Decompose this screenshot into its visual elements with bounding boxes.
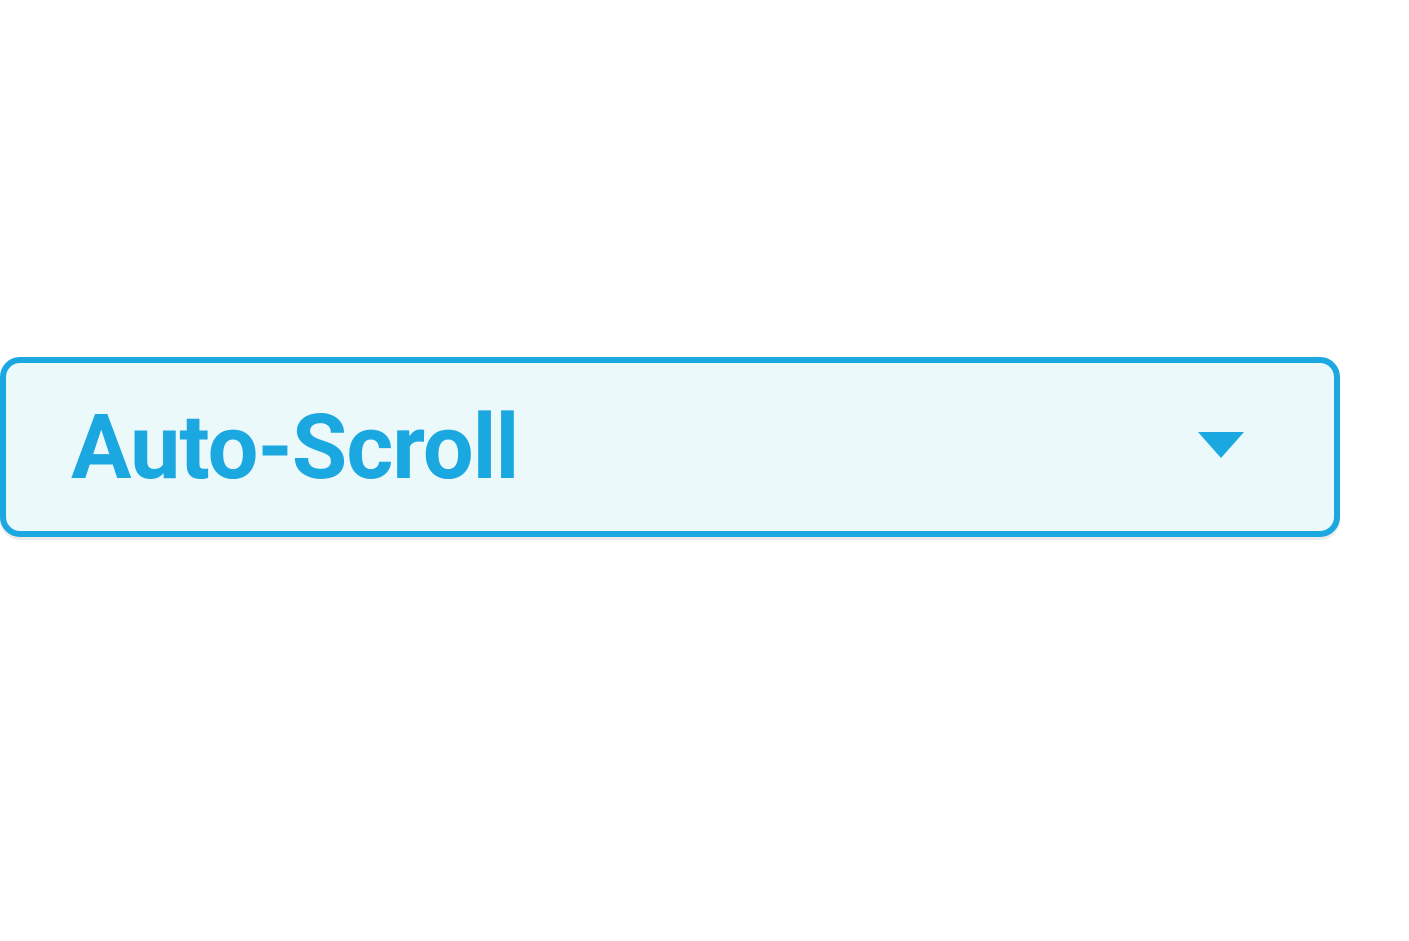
auto-scroll-dropdown[interactable]: Auto-Scroll	[0, 357, 1340, 537]
caret-down-icon	[1198, 432, 1244, 462]
auto-scroll-dropdown-label: Auto-Scroll	[71, 395, 518, 500]
